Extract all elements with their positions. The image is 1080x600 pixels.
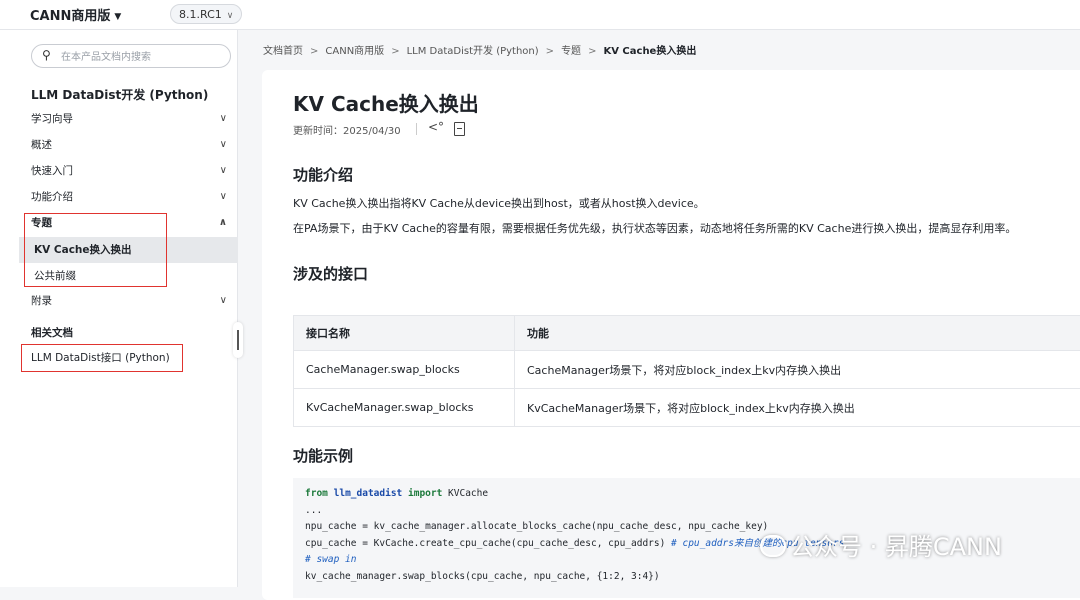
sidebar-item-guide[interactable]: 学习向导 ∨ <box>19 106 238 132</box>
code-keyword: import <box>408 488 442 499</box>
chevron-right-icon: > <box>391 46 399 57</box>
sidebar-item-label: 功能介绍 <box>31 191 73 203</box>
code-keyword: from <box>305 488 328 499</box>
top-bar: CANN商用版 ▼ 8.1.RC1 ∨ <box>0 0 1080 30</box>
sidebar-item-appendix[interactable]: 附录 ∨ <box>19 288 238 314</box>
breadcrumb: 文档首页 > CANN商用版 > LLM DataDist开发 (Python) > 专题 >… <box>263 42 696 57</box>
related-docs-title: 相关文档 <box>31 325 73 340</box>
table-header-cell: 功能 <box>515 316 1080 351</box>
version-label: 8.1.RC1 <box>179 8 222 21</box>
search-box[interactable]: ⚲ <box>31 44 231 68</box>
sidebar-item-features[interactable]: 功能介绍 ∨ <box>19 184 238 210</box>
sidebar-item-label: 概述 <box>31 139 52 151</box>
table-cell-function: CacheManager场景下，将对应block_index上kv内存换入换出 <box>515 351 1080 389</box>
chevron-right-icon: > <box>546 46 554 57</box>
table-cell-function: KvCacheManager场景下，将对应block_index上kv内存换入换… <box>515 389 1080 427</box>
meta-divider <box>416 123 417 135</box>
table-cell-interface: KvCacheManager.swap_blocks <box>294 389 515 427</box>
chevron-up-icon: ∧ <box>219 210 227 236</box>
section-title-example: 功能示例 <box>293 445 353 466</box>
table-header-row: 接口名称 功能 <box>294 316 1080 351</box>
chevron-down-icon: ∨ <box>220 132 227 158</box>
wechat-icon <box>760 535 786 557</box>
highlight-box-related <box>21 344 183 372</box>
chevron-right-icon: > <box>310 46 318 57</box>
table-row: KvCacheManager.swap_blocks KvCacheManage… <box>294 389 1080 427</box>
watermark: 公众号 · 昇腾CANN <box>760 527 1002 562</box>
watermark-text: 公众号 · 昇腾CANN <box>790 533 1002 561</box>
chevron-down-icon: ∨ <box>220 184 227 210</box>
sidebar-item-label: 学习向导 <box>31 113 73 125</box>
page-title: KV Cache换入换出 <box>293 88 479 117</box>
table-row: CacheManager.swap_blocks CacheManager场景下… <box>294 351 1080 389</box>
section-title-interfaces: 涉及的接口 <box>293 263 368 284</box>
search-input[interactable] <box>59 47 228 67</box>
section-title-intro: 功能介绍 <box>293 164 353 185</box>
search-icon: ⚲ <box>42 48 51 62</box>
code-line: kv_cache_manager.swap_blocks(cpu_cache, … <box>305 569 1080 586</box>
sidebar-item-label: 快速入门 <box>31 165 73 177</box>
product-switcher[interactable]: CANN商用版 ▼ <box>30 5 121 24</box>
intro-paragraph-2: 在PA场景下，由于KV Cache的容量有限，需要根据任务优先级，执行状态等因素… <box>293 220 1016 236</box>
chevron-right-icon: > <box>588 46 596 57</box>
sidebar-item-quickstart[interactable]: 快速入门 ∨ <box>19 158 238 184</box>
product-name: CANN商用版 <box>30 9 110 24</box>
sidebar-item-label: 附录 <box>31 295 52 307</box>
code-line: ... <box>305 503 1080 520</box>
chevron-down-icon: ∨ <box>227 11 234 21</box>
breadcrumb-current: KV Cache换入换出 <box>603 46 696 57</box>
table-header-cell: 接口名称 <box>294 316 515 351</box>
chevron-down-icon: ∨ <box>220 158 227 184</box>
sidebar: ⚲ LLM DataDist开发 (Python) 学习向导 ∨ 概述 ∨ 快速入门… <box>0 30 238 587</box>
interface-table: 接口名称 功能 CacheManager.swap_blocks CacheMa… <box>293 315 1080 427</box>
code-module: llm_datadist <box>334 488 403 499</box>
caret-down-icon: ▼ <box>114 12 121 22</box>
share-icon[interactable]: <° <box>428 120 444 134</box>
download-pdf-icon[interactable] <box>454 122 465 136</box>
intro-paragraph-1: KV Cache换入换出指将KV Cache从device换出到host，或者从… <box>293 195 705 211</box>
table-cell-interface: CacheManager.swap_blocks <box>294 351 515 389</box>
breadcrumb-topics[interactable]: 专题 <box>561 46 581 57</box>
code-text: cpu_cache = KvCache.create_cpu_cache(cpu… <box>305 538 671 549</box>
breadcrumb-guide[interactable]: LLM DataDist开发 (Python) <box>407 46 539 57</box>
update-time: 更新时间：2025/04/30 <box>293 122 401 137</box>
breadcrumb-home[interactable]: 文档首页 <box>263 46 303 57</box>
article-card: KV Cache换入换出 更新时间：2025/04/30 <° 功能介绍 KV … <box>262 70 1080 600</box>
sidebar-title: LLM DataDist开发 (Python) <box>31 86 208 103</box>
chevron-down-icon: ∨ <box>220 106 227 132</box>
breadcrumb-product[interactable]: CANN商用版 <box>325 46 384 57</box>
chevron-down-icon: ∨ <box>220 288 227 314</box>
version-select[interactable]: 8.1.RC1 ∨ <box>170 4 242 24</box>
code-text: KVCache <box>442 488 488 499</box>
code-line: from llm_datadist import KVCache <box>305 486 1080 503</box>
sidebar-collapse-handle[interactable] <box>233 322 243 358</box>
sidebar-item-overview[interactable]: 概述 ∨ <box>19 132 238 158</box>
highlight-box-topics <box>24 213 167 287</box>
